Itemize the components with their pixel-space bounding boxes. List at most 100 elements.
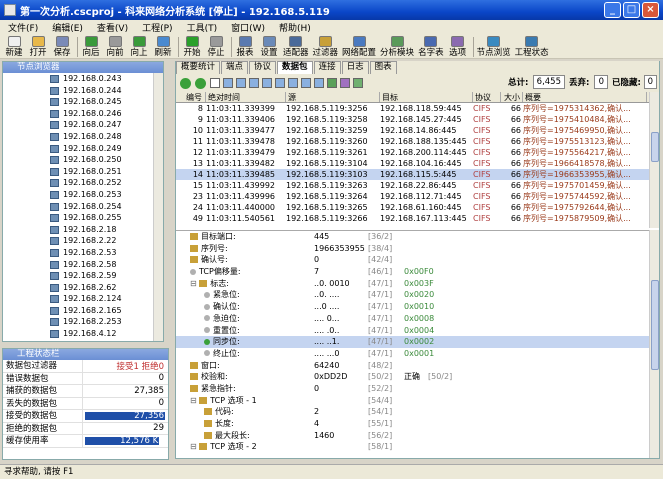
decode-icon[interactable] [236, 78, 246, 88]
detail-row[interactable]: 急迫位: .... 0... [47/1] 0x0008 [176, 313, 649, 325]
toolbar-button-0[interactable]: 新建 [4, 36, 24, 58]
node-item[interactable]: 192.168.0.247 [3, 119, 163, 131]
detail-row[interactable]: 终止位: .... ...0 [47/1] 0x0001 [176, 348, 649, 360]
node-item[interactable]: 192.168.4.117 [3, 340, 163, 342]
packet-row[interactable]: 10 11:03:11.339477 192.168.5.119:3259 192.1… [176, 125, 649, 136]
column-header[interactable]: 目标 [380, 92, 473, 102]
detail-row[interactable]: 确认位: ...0 .... [47/1] 0x0010 [176, 301, 649, 313]
packet-list-scrollbar[interactable] [649, 92, 659, 228]
node-item[interactable]: 192.168.2.124 [3, 293, 163, 305]
packet-row[interactable]: 14 11:03:11.339485 192.168.5.119:3103 192.1… [176, 169, 649, 180]
detail-row[interactable]: 重置位: .... .0.. [47/1] 0x0004 [176, 325, 649, 337]
columns-icon[interactable] [314, 78, 324, 88]
node-item[interactable]: 192.168.2.22 [3, 235, 163, 247]
packet-row[interactable]: 8 11:03:11.339399 192.168.5.119:3256 192.16… [176, 103, 649, 114]
node-item[interactable]: 192.168.2.165 [3, 305, 163, 317]
packet-row[interactable]: 23 11:03:11.439996 192.168.5.119:3264 192.1… [176, 191, 649, 202]
toolbar-button-11[interactable]: 适配器 [283, 36, 309, 58]
node-item[interactable]: 192.168.0.244 [3, 85, 163, 97]
toolbar-button-8[interactable]: 停止 [206, 36, 226, 58]
toolbar-button-12[interactable]: 过滤器 [313, 36, 338, 58]
detail-row[interactable]: 窗口: 64240 [48/2] [176, 360, 649, 372]
export-icon[interactable] [301, 78, 311, 88]
node-item[interactable]: 192.168.0.250 [3, 154, 163, 166]
detail-row[interactable]: 代码: 2 [54/1] [176, 406, 649, 418]
back-icon[interactable] [180, 77, 191, 89]
mark-icon[interactable] [275, 78, 285, 88]
detail-row[interactable]: 同步位: .... ..1. [47/1] 0x0002 [176, 336, 649, 348]
toolbar-button-13[interactable]: 网络配置 [342, 36, 376, 58]
toolbar-button-5[interactable]: 向上 [129, 36, 149, 58]
menu-item-1[interactable]: 编辑(E) [52, 21, 83, 34]
tab-4[interactable]: 连接 [313, 61, 341, 74]
menu-item-6[interactable]: 帮助(H) [279, 21, 311, 34]
node-item[interactable]: 192.168.0.248 [3, 131, 163, 143]
detail-row[interactable]: 长度: 4 [55/1] [176, 418, 649, 430]
column-header[interactable]: 绝对时间 [206, 92, 286, 102]
detail-row[interactable]: 目标端口: 445 [36/2] [176, 231, 649, 243]
detail-row[interactable]: 序列号: 1966353955 [38/4] [176, 243, 649, 255]
refresh-icon[interactable] [353, 78, 363, 88]
menu-item-2[interactable]: 查看(V) [97, 21, 128, 34]
stats-icon[interactable] [340, 78, 350, 88]
node-item[interactable]: 192.168.0.252 [3, 177, 163, 189]
maximize-button[interactable]: □ [623, 2, 640, 18]
node-item[interactable]: 192.168.2.18 [3, 224, 163, 236]
toolbar-button-14[interactable]: 分析模块 [380, 36, 414, 58]
view-mode-icon[interactable] [223, 78, 233, 88]
toolbar-button-17[interactable]: 节点浏览 [477, 36, 511, 58]
minimize-button[interactable]: _ [604, 2, 621, 18]
column-header[interactable]: 源 [286, 92, 380, 102]
toolbar-button-15[interactable]: 名字表 [418, 36, 444, 58]
toolbar-button-10[interactable]: 设置 [259, 36, 279, 58]
detail-row[interactable]: 紧急位: ..0. .... [47/1] 0x0020 [176, 289, 649, 301]
detail-row[interactable]: 紧急指针: 0 [52/2] [176, 383, 649, 395]
forward-icon[interactable] [195, 77, 206, 89]
packet-row[interactable]: 13 11:03:11.339482 192.168.5.119:3104 192.1… [176, 158, 649, 169]
node-item[interactable]: 192.168.0.255 [3, 212, 163, 224]
toolbar-button-6[interactable]: 刷新 [153, 36, 173, 58]
packet-row[interactable]: 49 11:03:11.540561 192.168.5.119:3266 192.1… [176, 213, 649, 224]
node-item[interactable]: 192.168.2.59 [3, 270, 163, 282]
menu-item-4[interactable]: 工具(T) [187, 21, 218, 34]
menu-item-0[interactable]: 文件(F) [8, 21, 38, 34]
tab-3[interactable]: 数据包 [277, 61, 313, 74]
packet-row[interactable]: 9 11:03:11.339406 192.168.5.119:3258 192.16… [176, 114, 649, 125]
packet-row[interactable]: 24 11:03:11.440000 192.168.5.119:3265 192.1… [176, 202, 649, 213]
column-header[interactable]: 大小 [501, 92, 523, 102]
column-header[interactable]: 概要 [523, 92, 647, 102]
close-button[interactable]: × [642, 2, 659, 18]
menu-item-3[interactable]: 工程(P) [142, 21, 172, 34]
detail-row[interactable]: 最大段长: 1460 [56/2] [176, 430, 649, 442]
tab-5[interactable]: 日志 [341, 61, 369, 74]
node-item[interactable]: 192.168.2.53 [3, 247, 163, 259]
detail-row[interactable]: ⊟ TCP 选项 - 1 [54/4] [176, 395, 649, 407]
node-item[interactable]: 192.168.0.253 [3, 189, 163, 201]
menu-item-5[interactable]: 窗口(W) [231, 21, 265, 34]
toolbar-button-1[interactable]: 打开 [28, 36, 48, 58]
toolbar-button-7[interactable]: 开始 [182, 36, 202, 58]
node-item[interactable]: 192.168.0.243 [3, 73, 163, 85]
column-header[interactable]: 编号 [176, 92, 206, 102]
detail-row[interactable]: 校验和: 0xDD2D [50/2] 正确 [50/2] [176, 371, 649, 383]
tab-1[interactable]: 端点 [221, 61, 249, 74]
goto-icon[interactable] [288, 78, 298, 88]
packet-detail-scrollbar[interactable] [649, 230, 659, 458]
filter-all-icon[interactable] [210, 78, 220, 88]
expand-icon[interactable]: ⊟ [190, 396, 199, 405]
node-item[interactable]: 192.168.0.246 [3, 108, 163, 120]
toolbar-button-2[interactable]: 保存 [52, 36, 72, 58]
node-item[interactable]: 192.168.0.254 [3, 201, 163, 213]
detail-row[interactable]: 确认号: 0 [42/4] [176, 254, 649, 266]
node-scrollbar[interactable] [153, 73, 163, 341]
detail-row[interactable]: TCP偏移量: 7 [46/1] 0x00F0 [176, 266, 649, 278]
toolbar-button-9[interactable]: 报表 [235, 36, 255, 58]
tab-0[interactable]: 概要统计 [176, 61, 221, 74]
node-item[interactable]: 192.168.0.251 [3, 166, 163, 178]
find-next-icon[interactable] [262, 78, 272, 88]
tab-6[interactable]: 图表 [369, 61, 397, 74]
node-item[interactable]: 192.168.2.253 [3, 316, 163, 328]
expand-icon[interactable]: ⊟ [190, 279, 199, 288]
packet-row[interactable]: 11 11:03:11.339478 192.168.5.119:3260 192.1… [176, 136, 649, 147]
node-item[interactable]: 192.168.0.249 [3, 143, 163, 155]
